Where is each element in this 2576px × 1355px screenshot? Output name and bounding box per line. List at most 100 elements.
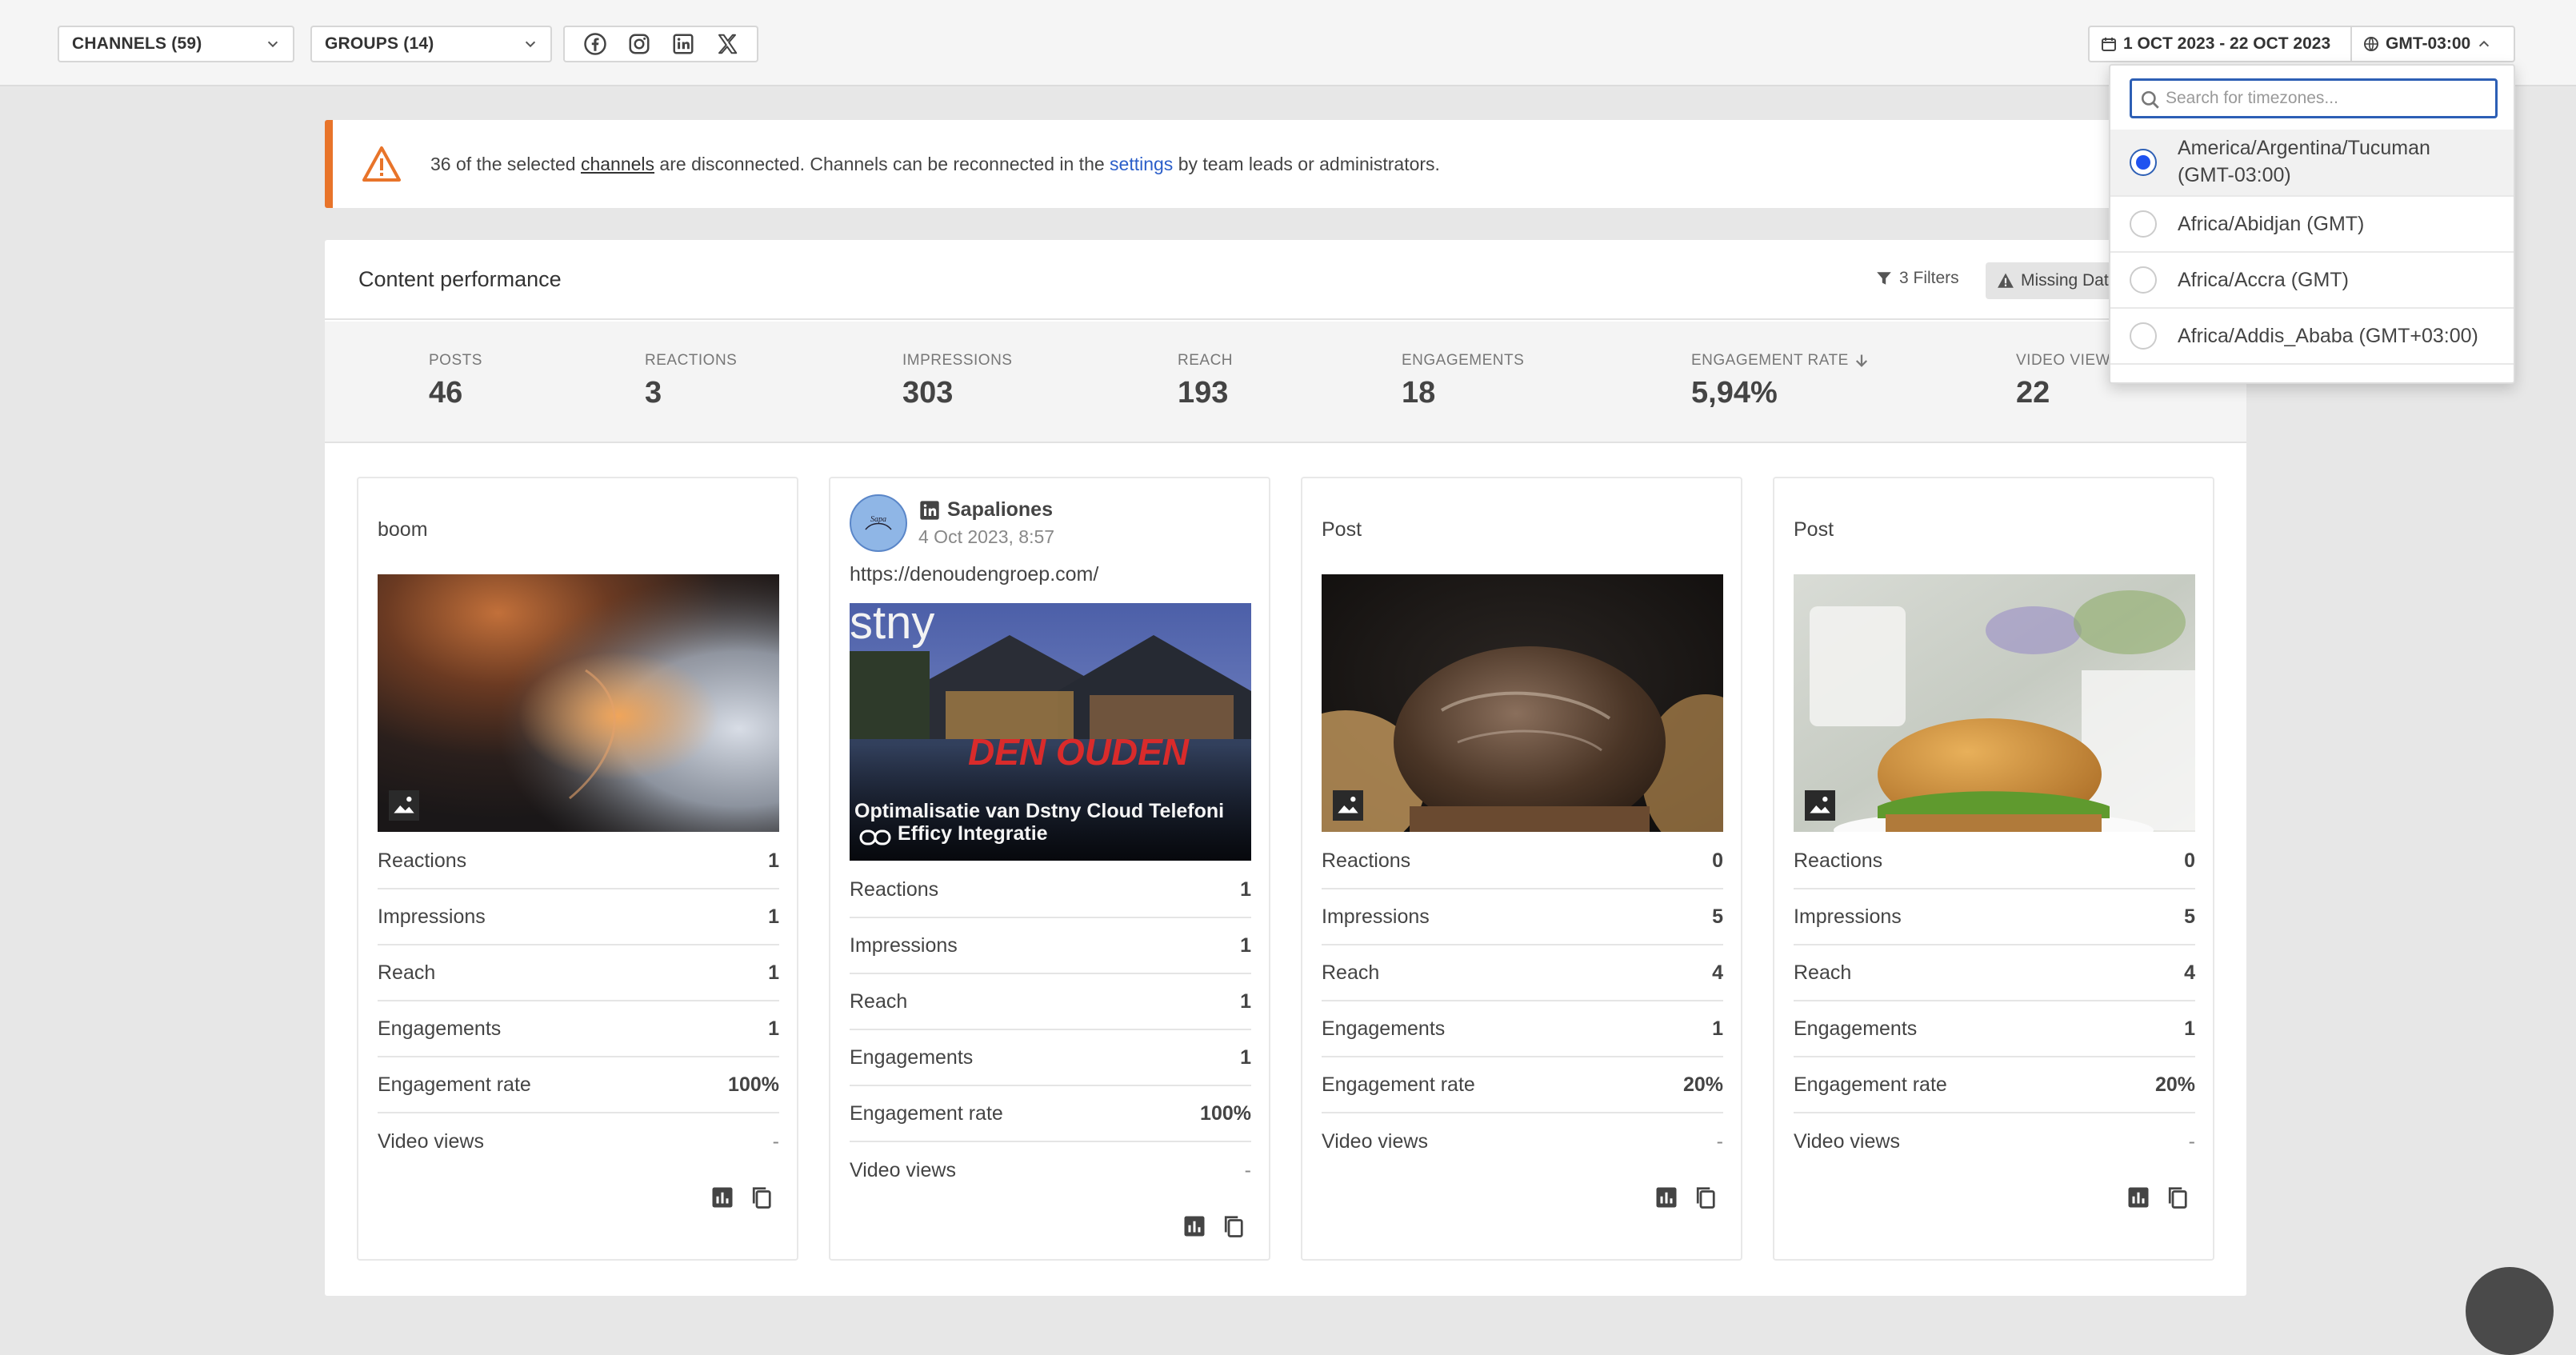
post-card[interactable]: Post Reactions 0 Impressions 5 Reach 4 Enga… bbox=[1773, 477, 2214, 1261]
chat-launcher-button[interactable] bbox=[2466, 1267, 2554, 1355]
post-metrics: Reactions 0 Impressions 5 Reach 4 Engagemen… bbox=[1322, 833, 1723, 1169]
x-twitter-icon[interactable] bbox=[715, 32, 739, 56]
stat-value: 303 bbox=[902, 376, 954, 410]
groups-dropdown[interactable]: GROUPS (14) bbox=[310, 26, 552, 62]
stat-label: POSTS bbox=[429, 352, 482, 369]
channels-link[interactable]: channels bbox=[581, 154, 654, 174]
stat-posts[interactable]: POSTS 46 bbox=[429, 352, 482, 410]
stat-engagements[interactable]: ENGAGEMENTS 18 bbox=[1402, 352, 1524, 410]
metric-label: Video views bbox=[378, 1129, 484, 1153]
stat-engagement-rate[interactable]: ENGAGEMENT RATE 5,94% bbox=[1691, 352, 1870, 410]
metric-value: 1 bbox=[768, 1017, 779, 1040]
settings-link[interactable]: settings bbox=[1110, 154, 1173, 174]
metric-video-views: Video views - bbox=[1322, 1113, 1723, 1169]
missing-data-label: Missing Data bbox=[2021, 271, 2118, 290]
author-info: Sapaliones 4 Oct 2023, 8:57 bbox=[918, 498, 1054, 548]
metric-value: 1 bbox=[768, 961, 779, 984]
metric-label: Reach bbox=[378, 961, 436, 984]
copy-icon[interactable] bbox=[1221, 1214, 1245, 1238]
metric-impressions: Impressions 1 bbox=[378, 889, 779, 945]
metric-label: Reach bbox=[1322, 961, 1380, 984]
instagram-icon[interactable] bbox=[627, 32, 651, 56]
metric-value: - bbox=[772, 1129, 779, 1153]
post-image[interactable] bbox=[1794, 574, 2195, 832]
metric-video-views: Video views - bbox=[378, 1113, 779, 1169]
timezone-option[interactable]: Africa/Abidjan (GMT) bbox=[2110, 197, 2514, 253]
bar-chart-icon[interactable] bbox=[2126, 1185, 2150, 1209]
stat-value: 46 bbox=[429, 376, 463, 410]
copy-icon[interactable] bbox=[2165, 1185, 2189, 1209]
metric-label: Engagement rate bbox=[850, 1101, 1003, 1125]
preview-sign-text: DEN OUDEN bbox=[968, 731, 1190, 773]
stat-reactions[interactable]: REACTIONS 3 bbox=[645, 352, 737, 410]
radio-unselected bbox=[2130, 210, 2157, 238]
link-icon bbox=[859, 829, 891, 845]
post-actions bbox=[1654, 1185, 1717, 1209]
post-title: Post bbox=[1794, 518, 1834, 541]
facebook-icon[interactable] bbox=[583, 32, 607, 56]
post-url[interactable]: https://denoudengroep.com/ bbox=[850, 563, 1098, 586]
stat-video-views[interactable]: VIDEO VIEWS 22 bbox=[2016, 352, 2112, 410]
timezone-option-line1: America/Argentina/Tucuman bbox=[2178, 137, 2430, 160]
stat-label: ENGAGEMENT RATE bbox=[1691, 352, 1870, 370]
stat-reach[interactable]: REACH 193 bbox=[1178, 352, 1233, 410]
post-image[interactable] bbox=[378, 574, 779, 832]
disconnected-channels-alert: 36 of the selected channels are disconne… bbox=[325, 120, 2245, 208]
timezone-search-input[interactable] bbox=[2164, 88, 2484, 109]
metric-engagements: Engagements 1 bbox=[378, 1001, 779, 1057]
stat-impressions[interactable]: IMPRESSIONS 303 bbox=[902, 352, 1012, 410]
timezone-option-label: Africa/Addis_Ababa (GMT+03:00) bbox=[2178, 324, 2478, 347]
building-photo: stny DEN OUDEN Optimalisatie van Dstny C… bbox=[850, 603, 1251, 861]
metric-label: Video views bbox=[850, 1158, 956, 1181]
chevron-down-icon bbox=[267, 41, 278, 48]
metric-engagement-rate: Engagement rate 100% bbox=[850, 1086, 1251, 1142]
author-name-row: Sapaliones bbox=[918, 498, 1054, 522]
bar-chart-icon[interactable] bbox=[1182, 1214, 1206, 1238]
metric-value: 1 bbox=[1240, 877, 1251, 901]
post-actions bbox=[1182, 1214, 1245, 1238]
linkedin-icon[interactable] bbox=[671, 32, 695, 56]
metric-label: Impressions bbox=[850, 933, 958, 957]
post-card[interactable]: Sapa Sapaliones 4 Oct 2023, 8:57 https:/… bbox=[829, 477, 1270, 1261]
image-type-icon bbox=[1333, 790, 1363, 821]
timezone-option[interactable]: Africa/Addis_Ababa (GMT+03:00) bbox=[2110, 309, 2514, 365]
image-type-icon bbox=[389, 790, 419, 821]
metric-label: Impressions bbox=[1322, 905, 1430, 928]
stat-label: ENGAGEMENTS bbox=[1402, 352, 1525, 369]
radio-unselected bbox=[2130, 322, 2157, 350]
preview-caption-line2: Efficy Integratie bbox=[898, 822, 1048, 845]
bar-chart-icon[interactable] bbox=[710, 1185, 734, 1209]
metric-label: Reach bbox=[1794, 961, 1852, 984]
post-image[interactable] bbox=[1322, 574, 1723, 832]
post-metrics: Reactions 0 Impressions 5 Reach 4 Engagemen… bbox=[1794, 833, 2195, 1169]
timezone-option[interactable]: America/Argentina/Tucuman (GMT-03:00) bbox=[2110, 130, 2514, 197]
metric-value: 1 bbox=[1240, 1045, 1251, 1069]
link-preview-image[interactable]: stny DEN OUDEN Optimalisatie van Dstny C… bbox=[850, 603, 1251, 861]
copy-icon[interactable] bbox=[1693, 1185, 1717, 1209]
timezone-search bbox=[2130, 78, 2498, 118]
metric-label: Engagement rate bbox=[1322, 1073, 1475, 1096]
author-name[interactable]: Sapaliones bbox=[947, 498, 1053, 522]
filters-button[interactable]: 3 Filters bbox=[1875, 269, 1959, 288]
post-card[interactable]: boom Reactions 1 Impressions 1 Reach 1 Enga… bbox=[357, 477, 798, 1261]
metric-label: Impressions bbox=[378, 905, 486, 928]
stat-value: 193 bbox=[1178, 376, 1229, 410]
metric-value: - bbox=[1716, 1129, 1723, 1153]
copy-icon[interactable] bbox=[749, 1185, 773, 1209]
timezone-dropdown: America/Argentina/Tucuman (GMT-03:00) Afr… bbox=[2109, 64, 2515, 384]
metric-label: Engagements bbox=[1794, 1017, 1918, 1040]
stat-label: REACTIONS bbox=[645, 352, 738, 369]
metric-label: Video views bbox=[1322, 1129, 1428, 1153]
preview-caption-line1: Optimalisatie van Dstny Cloud Telefoni bbox=[854, 800, 1224, 822]
metric-reach: Reach 4 bbox=[1322, 945, 1723, 1001]
post-card[interactable]: Post Reactions 0 Impressions 5 Reach 4 Enga… bbox=[1301, 477, 1742, 1261]
calendar-icon bbox=[2102, 38, 2116, 51]
channels-dropdown[interactable]: CHANNELS (59) bbox=[58, 26, 294, 62]
metric-impressions: Impressions 5 bbox=[1794, 889, 2195, 945]
timezone-button[interactable]: GMT-03:00 bbox=[2350, 26, 2515, 62]
post-title: Post bbox=[1322, 518, 1362, 541]
bar-chart-icon[interactable] bbox=[1654, 1185, 1678, 1209]
timezone-option[interactable]: Africa/Accra (GMT) bbox=[2110, 253, 2514, 309]
date-range-button[interactable]: 1 OCT 2023 - 22 OCT 2023 bbox=[2088, 26, 2352, 62]
linkedin-icon bbox=[920, 500, 939, 520]
